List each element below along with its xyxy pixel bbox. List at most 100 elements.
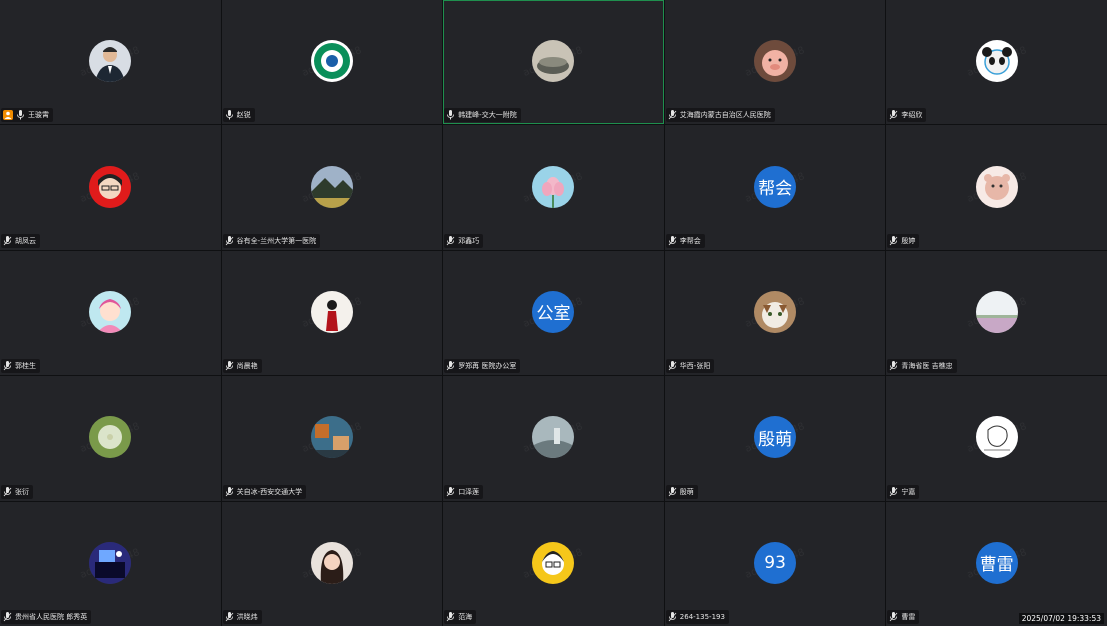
avatar-photo (310, 416, 353, 459)
participant-tile[interactable]: admin17448邓鑫巧 (443, 125, 664, 250)
participant-name: 范海 (458, 613, 473, 621)
avatar-photo (754, 290, 797, 333)
participant-name: 罗郑苒 医院办公室 (458, 362, 517, 371)
microphone-muted-icon (889, 612, 898, 622)
participant-tile[interactable]: admin17448张衍 (0, 376, 221, 501)
avatar-photo (532, 165, 575, 208)
participant-tile[interactable]: admin1744893264-135-193 (664, 501, 886, 626)
participant-name: 赵锐 (236, 111, 251, 120)
microphone-muted-icon (889, 110, 898, 120)
name-bar: 谷有全-兰州大学第一医院 (222, 233, 321, 248)
participant-tile[interactable]: admin17448殷萌殷萌 (664, 376, 886, 501)
name-bar: 洪晓炜 (222, 610, 262, 624)
name-bar: 罗郑苒 医院办公室 (444, 359, 521, 374)
participant-tile[interactable]: admin17448关自冰-西安交通大学 (221, 376, 443, 501)
participant-tile[interactable]: admin17448洪晓炜 (221, 501, 443, 626)
microphone-muted-icon (889, 235, 898, 246)
avatar-photo (310, 541, 353, 584)
participant-name: 华西-张阳 (679, 362, 711, 371)
name-bar: 邓鑫巧 (444, 233, 484, 248)
microphone-muted-icon (668, 612, 677, 622)
participant-tile[interactable]: admin17448贵州省人民医院 郎秀英 (0, 501, 221, 626)
name-bar: 王骏霄 (1, 108, 53, 123)
participant-tile[interactable]: admin17448赵锐 (221, 0, 443, 125)
microphone-muted-icon (668, 110, 677, 120)
participant-tile[interactable]: admin17448郭桂生 (0, 250, 221, 376)
avatar-initials: 公室 (532, 290, 575, 333)
participant-tile[interactable]: admin17448王骏霄 (0, 0, 221, 125)
participant-tile[interactable]: admin17448帮会李帮会 (664, 125, 886, 250)
avatar-photo (89, 416, 132, 459)
avatar-initials: 帮会 (754, 165, 797, 208)
name-bar: 韩建峰-交大一附院 (444, 108, 521, 123)
name-bar: 殷萌 (665, 484, 698, 499)
participant-tile[interactable]: admin17448韩建峰-交大一附院 (443, 0, 664, 125)
microphone-icon (446, 110, 455, 120)
participant-name: 韩建峰-交大一附院 (458, 111, 517, 120)
microphone-muted-icon (446, 361, 455, 371)
participant-tile[interactable]: admin17448殷婷 (886, 125, 1107, 250)
microphone-muted-icon (889, 361, 898, 371)
participant-tile[interactable]: admin17448宁嘉 (886, 376, 1107, 501)
participant-name: 殷婷 (901, 236, 916, 245)
avatar-photo (310, 40, 353, 83)
avatar-photo (532, 416, 575, 459)
microphone-icon (16, 110, 25, 120)
participant-tile[interactable]: admin17448艾海霞内蒙古自治区人民医院 (664, 0, 886, 125)
participant-name: 青海省医 吉樵忠 (901, 362, 953, 371)
name-bar: 尚晨艳 (222, 359, 262, 374)
participant-tile[interactable]: admin17448胡凤云 (0, 125, 221, 250)
avatar-photo (89, 290, 132, 333)
name-bar: 郭桂生 (1, 359, 40, 374)
participant-tile[interactable]: admin17448口泽莲 (443, 376, 664, 501)
name-bar: 264-135-193 (665, 610, 729, 624)
microphone-muted-icon (3, 612, 12, 622)
avatar-photo (975, 40, 1018, 83)
name-bar: 李帮会 (665, 233, 705, 248)
name-bar: 华西-张阳 (665, 359, 715, 374)
avatar-initials: 殷萌 (754, 416, 797, 459)
host-icon (3, 110, 13, 121)
avatar-photo (975, 165, 1018, 208)
microphone-muted-icon (3, 486, 12, 497)
participant-name: 264-135-193 (679, 613, 725, 621)
avatar-initials: 曹雷 (975, 541, 1018, 584)
name-bar: 曹雷 (887, 610, 920, 624)
avatar-photo (975, 416, 1018, 459)
microphone-muted-icon (668, 486, 677, 497)
avatar-photo (89, 541, 132, 584)
microphone-muted-icon (225, 486, 234, 497)
name-bar: 贵州省人民医院 郎秀英 (1, 610, 92, 624)
name-bar: 艾海霞内蒙古自治区人民医院 (665, 108, 775, 123)
participant-tile[interactable]: admin17448华西-张阳 (664, 250, 886, 376)
microphone-muted-icon (668, 235, 677, 246)
participant-name: 口泽莲 (458, 487, 480, 496)
participant-tile[interactable]: admin17448曹雷曹雷 (886, 501, 1107, 626)
participant-tile[interactable]: admin17448范海 (443, 501, 664, 626)
name-bar: 关自冰-西安交通大学 (222, 484, 307, 499)
participant-tile[interactable]: admin17448李绍欣 (886, 0, 1107, 125)
name-bar: 青海省医 吉樵忠 (887, 359, 957, 374)
name-bar: 范海 (444, 610, 477, 624)
participant-name: 李绍欣 (901, 111, 923, 120)
name-bar: 殷婷 (887, 233, 920, 248)
avatar-initials: 93 (754, 541, 797, 584)
participant-name: 贵州省人民医院 郎秀英 (15, 613, 88, 621)
microphone-muted-icon (889, 486, 898, 497)
participant-tile[interactable]: admin17448公室罗郑苒 医院办公室 (443, 250, 664, 376)
avatar-photo (89, 40, 132, 83)
microphone-muted-icon (446, 486, 455, 497)
participant-name: 艾海霞内蒙古自治区人民医院 (679, 111, 771, 120)
avatar-photo (532, 40, 575, 83)
name-bar: 胡凤云 (1, 233, 40, 248)
microphone-muted-icon (3, 361, 12, 371)
name-bar: 张衍 (1, 484, 33, 499)
video-grid: admin17448王骏霄admin17448赵锐admin17448韩建峰-交… (0, 0, 1107, 626)
avatar-photo (310, 290, 353, 333)
microphone-muted-icon (446, 235, 455, 246)
participant-tile[interactable]: admin17448谷有全-兰州大学第一医院 (221, 125, 443, 250)
participant-tile[interactable]: admin17448尚晨艳 (221, 250, 443, 376)
participant-tile[interactable]: admin17448青海省医 吉樵忠 (886, 250, 1107, 376)
participant-name: 曹雷 (901, 613, 916, 621)
avatar-photo (754, 40, 797, 83)
